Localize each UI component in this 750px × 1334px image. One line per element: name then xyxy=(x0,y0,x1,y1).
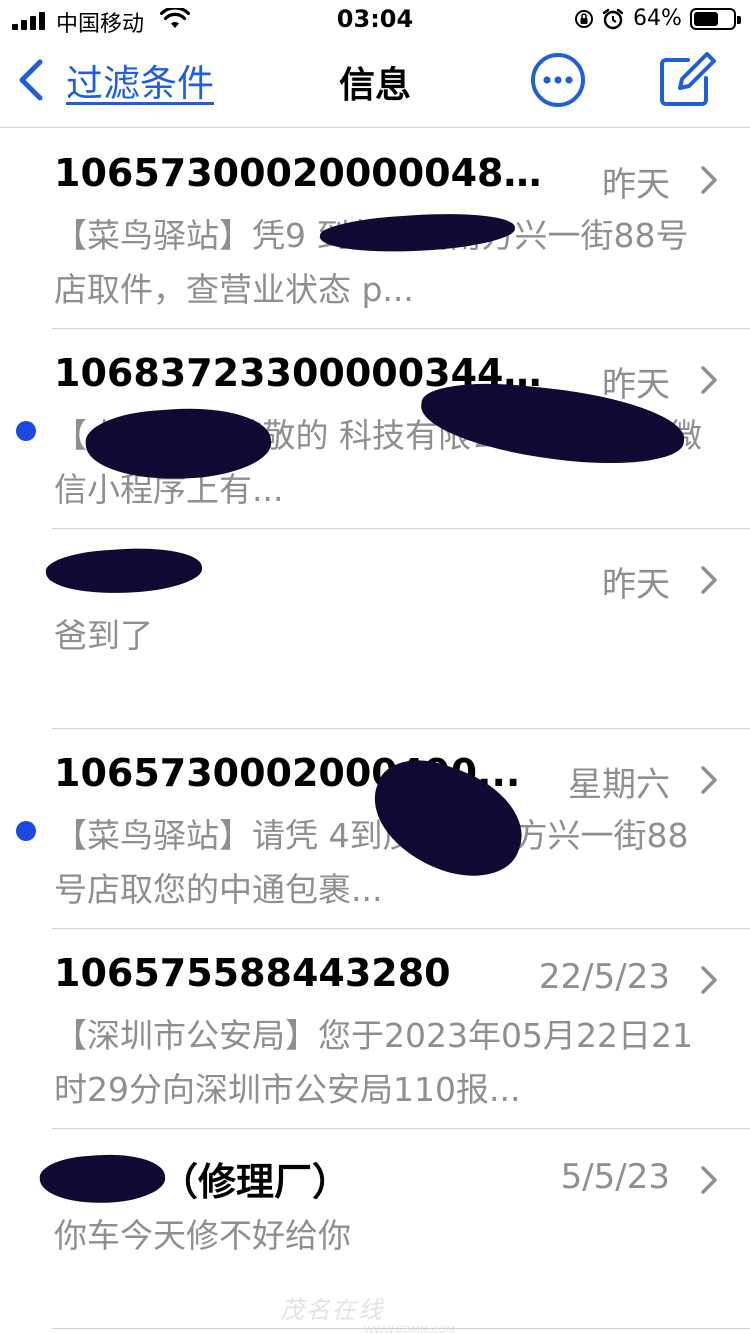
message-date: 5/5/23 xyxy=(560,1157,670,1197)
orientation-lock-icon xyxy=(575,10,593,28)
chevron-right-icon xyxy=(701,1166,717,1194)
message-preview: 你车今天修不好给你 xyxy=(54,1216,351,1255)
message-date: 星期六 xyxy=(568,765,670,805)
battery-percent: 64% xyxy=(633,6,682,31)
message-sender: 106573000200000482012 xyxy=(54,151,544,195)
redaction-mark xyxy=(38,1150,167,1208)
message-sender: （修理厂） xyxy=(160,1160,351,1204)
battery-icon xyxy=(690,8,741,30)
watermark-text: 茂名在线 xyxy=(280,1296,384,1324)
compose-icon[interactable] xyxy=(658,50,716,108)
list-item[interactable]: 106575588443280 22/5/23 【深圳市公安局】您于2023年0… xyxy=(0,929,750,1129)
unread-indicator xyxy=(16,421,36,441)
message-preview: 爸到了 xyxy=(54,616,153,655)
message-date: 22/5/23 xyxy=(538,957,670,997)
status-bar: 中国移动 03:04 64% xyxy=(0,0,750,40)
unread-indicator xyxy=(16,821,36,841)
chevron-right-icon xyxy=(701,366,717,394)
watermark-url: WWW.GDMM.COM xyxy=(364,1325,456,1334)
list-item[interactable]: 106573000200000482012 昨天 【菜鸟驿站】凭9 到茂名茂南方… xyxy=(0,129,750,329)
watermark: 茂名在线 WWW.GDMM.COM xyxy=(280,1290,480,1334)
message-date: 昨天 xyxy=(602,565,670,605)
message-list: 106573000200000482012 昨天 【菜鸟驿站】凭9 到茂名茂南方… xyxy=(0,129,750,1329)
message-preview: 【深圳市公安局】您于2023年05月22日21时29分向深圳市公安局110报..… xyxy=(54,1016,693,1109)
redaction-mark xyxy=(44,543,204,599)
list-item[interactable]: 1065730002000490... 星期六 【菜鸟驿站】请凭 4到茂名茂南方… xyxy=(0,729,750,929)
navigation-bar: 过滤条件 信息 xyxy=(0,40,750,128)
list-item[interactable]: 1068372330000034449 1 昨天 【 招聘网】尊敬的 科技有限公… xyxy=(0,329,750,529)
more-icon[interactable] xyxy=(530,52,586,108)
chevron-right-icon xyxy=(701,566,717,594)
page-title: 信息 xyxy=(338,65,411,106)
list-item[interactable]: 昨天 爸到了 xyxy=(0,529,750,729)
chevron-right-icon xyxy=(701,166,717,194)
message-date: 昨天 xyxy=(602,165,670,205)
alarm-icon xyxy=(602,8,624,30)
chevron-right-icon xyxy=(701,966,717,994)
chevron-right-icon xyxy=(701,766,717,794)
message-sender: 106575588443280 xyxy=(54,951,451,995)
